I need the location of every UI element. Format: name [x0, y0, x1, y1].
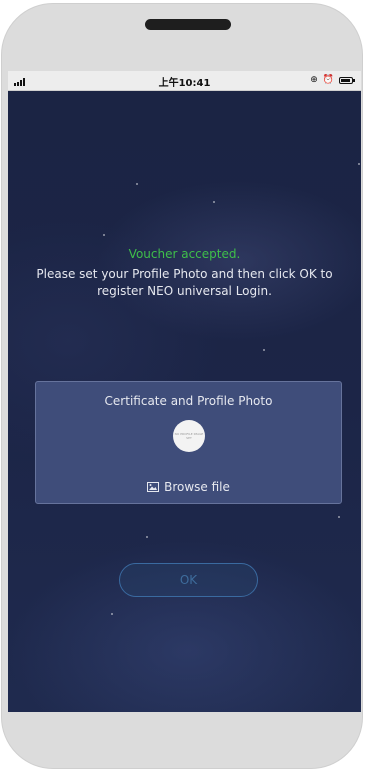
status-bar: 上午10:41 ⊕ ⏰ [8, 71, 361, 91]
card-title: Certificate and Profile Photo [104, 394, 273, 408]
status-icons: ⊕ ⏰ [310, 75, 355, 85]
star-decoration [146, 536, 148, 538]
ok-button[interactable]: OK [119, 563, 258, 597]
image-icon [147, 482, 160, 492]
star-decoration [111, 613, 113, 615]
ok-label: OK [179, 573, 198, 587]
star-decoration [136, 183, 138, 185]
sync-icon: ⊕ [310, 75, 318, 85]
profile-photo-card: Certificate and Profile Photo NO PROFILE… [35, 381, 342, 504]
voucher-accepted-message: Voucher accepted. [128, 247, 241, 261]
phone-screen: 上午10:41 ⊕ ⏰ Voucher accepted. Please set… [8, 71, 361, 712]
battery-icon [339, 76, 355, 84]
browse-file-button[interactable]: Browse file [36, 480, 341, 494]
star-decoration [103, 234, 105, 236]
status-time: 上午10:41 [158, 78, 211, 89]
phone-frame: 上午10:41 ⊕ ⏰ Voucher accepted. Please set… [1, 3, 363, 769]
avatar-placeholder-text: NO PROFILE IMAGE SET [174, 432, 204, 440]
instruction-message: Please set your Profile Photo and then c… [36, 267, 333, 298]
star-decoration [263, 349, 265, 351]
star-decoration [358, 163, 360, 165]
browse-file-label: Browse file [164, 480, 230, 494]
star-decoration [213, 201, 215, 203]
alarm-icon: ⏰ [322, 75, 334, 85]
avatar[interactable]: NO PROFILE IMAGE SET [173, 420, 205, 452]
phone-speaker [145, 19, 231, 30]
star-decoration [338, 516, 340, 518]
app-background: Voucher accepted. Please set your Profil… [8, 91, 361, 712]
